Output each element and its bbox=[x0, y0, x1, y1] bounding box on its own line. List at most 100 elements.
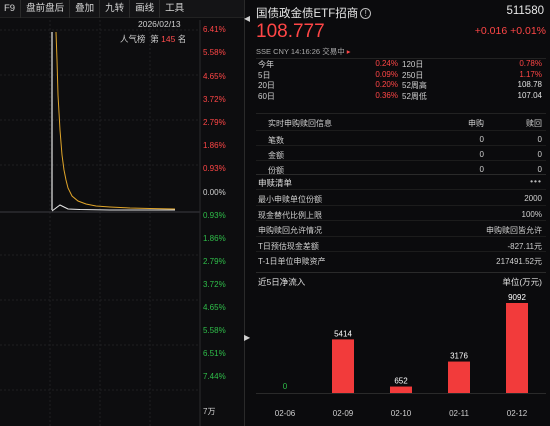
pct-axis-up-1: 6.41% bbox=[203, 25, 226, 34]
panel-divider[interactable] bbox=[244, 0, 248, 426]
inflow-value-label: 652 bbox=[394, 377, 408, 386]
sr-row-subscribe: 0 bbox=[479, 150, 484, 159]
net-inflow-bars: 0 02-06 5414 02-09 652 02-10 3176 02-11 9092 02-1… bbox=[256, 293, 546, 418]
list-item-label: T-1日单位申赎资产 bbox=[258, 257, 326, 266]
perf-label: 52周低 bbox=[402, 91, 427, 101]
performance-row: 20日 0.20% 52周高 108.78 bbox=[256, 80, 546, 91]
exchange: SSE bbox=[256, 47, 272, 56]
info-icon[interactable]: ! bbox=[360, 8, 372, 19]
list-item-label: T日预估现金差额 bbox=[258, 241, 319, 251]
toolbar-f9-button[interactable]: F9 bbox=[0, 0, 22, 18]
inflow-bar-02-10[interactable] bbox=[390, 386, 412, 393]
list-item-label: 最小申赎单位份额 bbox=[258, 195, 322, 204]
pct-axis-up-2: 5.58% bbox=[203, 48, 226, 57]
list-item: 申购赎回允许情况 申购赎回皆允许 bbox=[256, 220, 546, 236]
toolbar-overlay-button[interactable]: 叠加 bbox=[70, 0, 101, 18]
toolbar-premarket-button[interactable]: 盘前盘后 bbox=[21, 0, 71, 18]
pct-axis-up-5: 2.79% bbox=[203, 118, 226, 127]
popularity-rank[interactable]: 人气榜 第 145 名 bbox=[120, 33, 186, 45]
fund-code: 511580 bbox=[506, 5, 544, 17]
pct-axis-up-3: 4.65% bbox=[203, 72, 226, 81]
pct-axis-up-7: 0.93% bbox=[203, 164, 226, 173]
pct-axis-down-1: 0.93% bbox=[203, 211, 226, 220]
pct-axis-zero: 0.00% bbox=[203, 188, 226, 197]
sr-row-subscribe: 0 bbox=[479, 135, 484, 144]
performance-row: 5日 0.09% 250日 1.17% bbox=[256, 70, 546, 81]
quote-meta: SSE CNY 14:16:26 交易中 ▸ bbox=[256, 46, 351, 57]
table-row: 笔数 0 0 bbox=[256, 130, 546, 145]
pct-axis-up-4: 3.72% bbox=[203, 95, 226, 104]
performance-row: 今年 0.24% 120日 0.78% bbox=[256, 59, 546, 70]
inflow-value-label: 0 bbox=[283, 382, 288, 391]
pct-axis-down-8: 7.44% bbox=[203, 372, 226, 381]
pct-axis-down-2: 1.86% bbox=[203, 234, 226, 243]
list-item: T日预估现金差额 -827.11元 bbox=[256, 235, 546, 252]
pct-axis-down-7: 6.51% bbox=[203, 349, 226, 358]
net-inflow-chart: 近5日净流入 单位(万元) 0 02-06 5414 02-09 652 02-10 317… bbox=[256, 272, 546, 426]
perf-label: 60日 bbox=[258, 91, 275, 101]
x-axis-tick-label: 02-09 bbox=[333, 409, 354, 418]
sr-header-redeem: 赎回 bbox=[526, 119, 542, 128]
currency: CNY bbox=[273, 47, 289, 56]
table-row: 份额 0 0 bbox=[256, 160, 546, 175]
perf-value: 108.78 bbox=[517, 80, 542, 89]
realtime-subscription-table: 实时申购赎回信息 申购 赎回 笔数 0 0 金额 0 0 份额 0 0 bbox=[256, 113, 546, 175]
table-row: 金额 0 0 bbox=[256, 145, 546, 160]
perf-value: 0.36% bbox=[375, 90, 398, 100]
change-percent: +0.01% bbox=[510, 25, 546, 37]
inflow-bar-02-11[interactable] bbox=[448, 361, 470, 393]
list-item-value: 217491.52元 bbox=[496, 257, 542, 266]
sr-header-title: 实时申购赎回信息 bbox=[268, 119, 332, 128]
subscription-list: 申赎清单 ••• 最小申赎单位份额 2000 现金替代比例上限 100% 申购赎… bbox=[256, 174, 546, 267]
pct-axis-up-6: 1.86% bbox=[203, 141, 226, 150]
list-item-value: 2000 bbox=[524, 194, 542, 203]
sr-list-header: 申赎清单 ••• bbox=[256, 175, 546, 189]
list-item: 最小申赎单位份额 2000 bbox=[256, 189, 546, 205]
list-item: 现金替代比例上限 100% bbox=[256, 204, 546, 221]
rank-value: 145 bbox=[161, 34, 176, 44]
perf-label: 20日 bbox=[258, 81, 275, 90]
toolbar-tools-button[interactable]: 工具 bbox=[160, 0, 189, 18]
sr-row-redeem: 0 bbox=[537, 150, 542, 159]
fund-name: 国债政金债ETF招商 bbox=[256, 8, 359, 20]
price-change: +0.016 +0.01% bbox=[475, 25, 546, 37]
chart-date: 2026/02/13 bbox=[138, 19, 181, 29]
x-axis-tick-label: 02-12 bbox=[507, 409, 528, 418]
inflow-value-label: 3176 bbox=[450, 352, 468, 361]
inflow-bar-02-09[interactable] bbox=[332, 339, 354, 393]
rank-suffix: 名 bbox=[177, 34, 187, 44]
toolbar-draw-line-button[interactable]: 画线 bbox=[130, 0, 161, 18]
perf-label: 5日 bbox=[258, 70, 271, 80]
inflow-value-label: 9092 bbox=[508, 293, 526, 302]
list-item-value: 申购赎回皆允许 bbox=[486, 226, 542, 235]
perf-value: 0.78% bbox=[519, 59, 542, 68]
sr-row-redeem: 0 bbox=[537, 165, 542, 174]
more-icon[interactable]: ••• bbox=[530, 176, 542, 186]
pct-axis-down-3: 2.79% bbox=[203, 257, 226, 266]
perf-value: 0.20% bbox=[375, 80, 398, 89]
perf-label: 52周高 bbox=[402, 81, 427, 90]
list-item-value: 100% bbox=[521, 209, 542, 219]
perf-value: 0.09% bbox=[375, 69, 398, 79]
intraday-panel: F9 盘前盘后 叠加 九转 画线 工具 2026/02/13 人气榜 第 145… bbox=[0, 0, 244, 426]
last-price: 108.777 bbox=[256, 21, 325, 42]
quote-panel: 国债政金债ETF招商! 511580 108.777 +0.016 +0.01%… bbox=[250, 0, 550, 426]
list-item: T-1日单位申赎资产 217491.52元 bbox=[256, 251, 546, 267]
x-axis-tick-label: 02-06 bbox=[275, 409, 296, 418]
x-axis-tick-label: 02-10 bbox=[391, 409, 412, 418]
pct-axis-down-5: 4.65% bbox=[203, 303, 226, 312]
average-line bbox=[51, 204, 175, 212]
sr-row-redeem: 0 bbox=[537, 135, 542, 144]
sr-header: 实时申购赎回信息 申购 赎回 bbox=[256, 114, 546, 130]
toolbar-nine-turn-button[interactable]: 九转 bbox=[100, 0, 131, 18]
sr-header-subscribe: 申购 bbox=[468, 119, 484, 128]
pct-axis-down-6: 5.58% bbox=[203, 326, 226, 335]
inflow-bar-02-12[interactable] bbox=[506, 303, 528, 393]
inflow-value-label: 5414 bbox=[334, 329, 352, 338]
perf-label: 今年 bbox=[258, 60, 274, 69]
rank-label: 第 bbox=[150, 34, 159, 44]
perf-value: 107.04 bbox=[517, 90, 542, 100]
quote-title-row: 国债政金债ETF招商! 511580 bbox=[256, 5, 546, 21]
list-item-label: 申购赎回允许情况 bbox=[258, 226, 322, 235]
perf-label: 120日 bbox=[402, 60, 424, 69]
